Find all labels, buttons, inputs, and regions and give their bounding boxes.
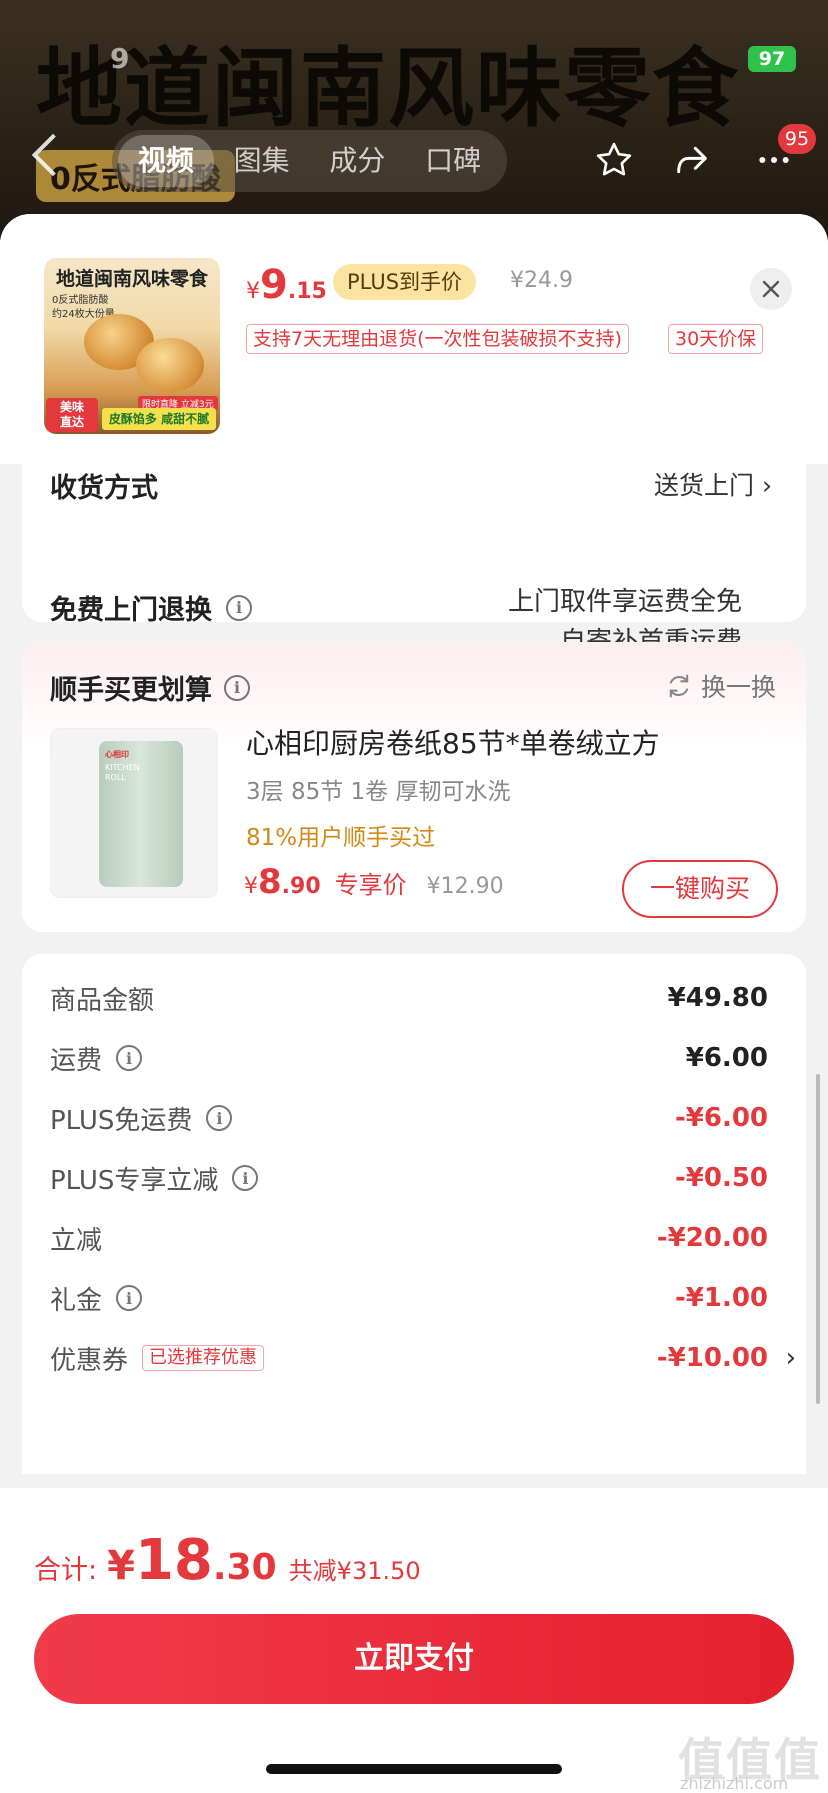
watermark-url: zhizhizhi.com bbox=[680, 1774, 789, 1793]
media-headline: 地道闽南风味零食 bbox=[36, 39, 740, 139]
info-icon[interactable]: i bbox=[206, 1105, 233, 1131]
battery-level: 97 bbox=[758, 48, 786, 70]
product-price: ¥ 9 .15 bbox=[246, 262, 327, 308]
product-header: 地道闽南风味零食 0反式脂肪酸 约24枚大份量 限时直降 立减3元 美味 直达 … bbox=[0, 214, 828, 464]
addon-product-spec: 3层 85节 1卷 厚韧可水洗 bbox=[246, 779, 511, 805]
addon-card: 顺手买更划算 i 换一换 心相印 KITCHEN ROLL 心相印厨房卷纸85节… bbox=[22, 642, 806, 932]
amount-label: 礼金 bbox=[50, 1285, 103, 1316]
delivery-method-label: 收货方式 bbox=[50, 473, 158, 504]
total-decimal: .30 bbox=[212, 1547, 277, 1588]
addon-original-price: ¥12.90 bbox=[426, 874, 504, 899]
amount-value: -¥10.00 bbox=[656, 1343, 768, 1373]
total-label: 合计: bbox=[34, 1555, 98, 1586]
free-return-row: 免费上门退换 i bbox=[50, 588, 252, 627]
price-integer: 8 bbox=[258, 862, 282, 902]
pastry-image bbox=[136, 338, 204, 392]
currency-symbol: ¥ bbox=[107, 1543, 135, 1589]
message-badge: 95 bbox=[778, 124, 816, 154]
addon-buyer-stat: 81%用户顺手买过 bbox=[246, 825, 436, 851]
currency-symbol: ¥ bbox=[246, 279, 260, 304]
price-decimal: .15 bbox=[287, 279, 327, 304]
amount-value: -¥0.50 bbox=[674, 1163, 768, 1193]
info-icon[interactable]: i bbox=[226, 594, 252, 621]
addon-title: 顺手买更划算 bbox=[50, 675, 212, 706]
amount-label: 立减 bbox=[50, 1225, 103, 1256]
share-icon[interactable] bbox=[670, 138, 714, 182]
addon-product-image[interactable]: 心相印 KITCHEN ROLL bbox=[50, 728, 218, 898]
thumbnail-title: 地道闽南风味零食 bbox=[55, 268, 208, 290]
tab-gallery[interactable]: 图集 bbox=[214, 135, 310, 187]
price-breakdown-card: 商品金额 ¥49.80 运费 i ¥6.00 PLUS免运费 i -¥6.00 PL… bbox=[22, 954, 806, 1474]
return-line: 上门取件享运费全免 bbox=[507, 587, 742, 617]
star-icon[interactable] bbox=[592, 138, 636, 182]
total-integer: 18 bbox=[134, 1528, 213, 1593]
original-price: ¥24.9 bbox=[510, 268, 573, 293]
amount-label: 优惠券 bbox=[50, 1345, 129, 1376]
tab-reviews[interactable]: 口碑 bbox=[405, 135, 501, 187]
swap-label: 换一换 bbox=[700, 673, 776, 702]
chevron-right-icon: › bbox=[785, 1343, 796, 1373]
scrollbar[interactable] bbox=[816, 1074, 820, 1404]
amount-row-shipping: 运费 i ¥6.00 bbox=[50, 1038, 778, 1078]
roll-brand: 心相印 bbox=[105, 750, 129, 759]
thumbnail-slogan: 皮酥馅多 咸甜不腻 bbox=[102, 408, 216, 430]
close-icon bbox=[762, 280, 780, 298]
refresh-icon bbox=[669, 674, 689, 698]
total-savings: 共减¥31.50 bbox=[288, 1557, 421, 1585]
amount-value: -¥6.00 bbox=[674, 1103, 768, 1133]
tab-ingredients[interactable]: 成分 bbox=[310, 135, 406, 187]
amount-value: -¥20.00 bbox=[656, 1223, 768, 1253]
amount-label: 运费 bbox=[50, 1045, 103, 1076]
amount-value: -¥1.00 bbox=[674, 1283, 768, 1313]
price-decimal: .90 bbox=[281, 874, 321, 899]
battery-icon: 97 bbox=[748, 46, 796, 72]
amount-row-instant-discount: 立减 -¥20.00 bbox=[50, 1218, 778, 1258]
amount-value: ¥49.80 bbox=[667, 983, 768, 1013]
swap-button[interactable]: 换一换 bbox=[665, 668, 776, 704]
info-icon[interactable]: i bbox=[116, 1285, 143, 1311]
info-icon[interactable]: i bbox=[224, 674, 250, 701]
return-policy-tag: 支持7天无理由退货(一次性包装破损不支持) bbox=[246, 324, 629, 354]
product-thumbnail: 地道闽南风味零食 0反式脂肪酸 约24枚大份量 限时直降 立减3元 美味 直达 … bbox=[44, 258, 220, 434]
info-icon[interactable]: i bbox=[232, 1165, 259, 1191]
close-button[interactable] bbox=[750, 268, 792, 310]
status-time: 9 bbox=[110, 42, 130, 75]
currency-symbol: ¥ bbox=[244, 874, 258, 899]
total-amount: 合计: ¥ 18 .30 共减¥31.50 bbox=[34, 1528, 421, 1593]
checkout-footer: 合计: ¥ 18 .30 共减¥31.50 立即支付 值值值 zhizhizhi… bbox=[0, 1488, 828, 1793]
pay-now-button[interactable]: 立即支付 bbox=[34, 1614, 794, 1704]
amount-row-plus-discount: PLUS专享立减 i -¥0.50 bbox=[50, 1158, 778, 1198]
addon-price: ¥ 8 .90 专享价 ¥12.90 bbox=[244, 862, 504, 902]
amount-row-subtotal: 商品金额 ¥49.80 bbox=[50, 978, 778, 1018]
amount-row-gift-money: 礼金 i -¥1.00 bbox=[50, 1278, 778, 1318]
home-indicator[interactable] bbox=[266, 1764, 562, 1774]
thumbnail-badge: 美味 直达 bbox=[46, 398, 98, 432]
one-click-buy-button[interactable]: 一键购买 bbox=[622, 860, 778, 918]
free-return-title: 免费上门退换 bbox=[50, 595, 212, 626]
coupon-status-tag: 已选推荐优惠 bbox=[142, 1345, 265, 1371]
amount-value: ¥6.00 bbox=[685, 1043, 768, 1073]
delivery-method-value[interactable]: 送货上门 › bbox=[654, 466, 772, 502]
amount-label: PLUS免运费 bbox=[50, 1105, 193, 1136]
plus-price-tag: PLUS到手价 bbox=[333, 264, 477, 300]
price-protection-tag: 30天价保 bbox=[668, 324, 764, 354]
addon-product-name[interactable]: 心相印厨房卷纸85节*单卷绒立方 bbox=[246, 722, 660, 762]
addon-title-row: 顺手买更划算 i bbox=[50, 668, 250, 707]
price-integer: 9 bbox=[260, 262, 288, 308]
product-media-background: 地道闽南风味零食 0反式脂肪酸 9 97 视频 图集 成分 口碑 95 bbox=[0, 0, 828, 240]
amount-row-plus-free-shipping: PLUS免运费 i -¥6.00 bbox=[50, 1098, 778, 1138]
info-icon[interactable]: i bbox=[116, 1045, 143, 1071]
media-tabs: 视频 图集 成分 口碑 bbox=[112, 130, 507, 192]
amount-row-coupon[interactable]: 优惠券 已选推荐优惠 -¥10.00 › bbox=[50, 1338, 796, 1378]
roll-label: KITCHEN ROLL bbox=[105, 763, 140, 782]
exclusive-price-label: 专享价 bbox=[334, 871, 407, 899]
tab-video[interactable]: 视频 bbox=[118, 135, 214, 187]
amount-label: PLUS专享立减 bbox=[50, 1165, 219, 1196]
amount-label: 商品金额 bbox=[50, 985, 155, 1016]
